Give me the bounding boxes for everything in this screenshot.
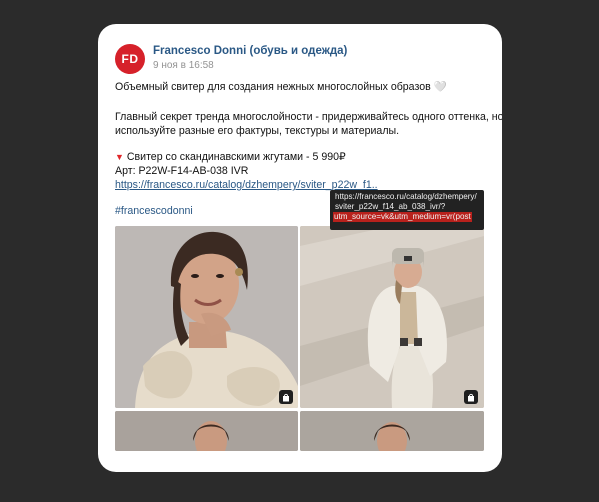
post-card: FD Francesco Donni (обувь и одежда) 9 но…: [98, 24, 502, 472]
photo-sweater-woman-art: [115, 226, 298, 408]
avatar[interactable]: FD: [115, 44, 145, 74]
author-name[interactable]: Francesco Donni (обувь и одежда): [153, 45, 347, 57]
photo-coat-woman[interactable]: [300, 226, 484, 408]
post-date[interactable]: 9 ноя в 16:58: [153, 60, 214, 71]
photo-coat-woman-art: [300, 226, 484, 408]
red-triangle-icon: ▼: [115, 152, 124, 162]
shopping-bag-icon-2[interactable]: [464, 390, 478, 404]
photo-woman-4-art: [300, 411, 484, 451]
heart-icon: 🤍: [433, 81, 447, 93]
article-line: Арт: P22W-F14-AB-038 IVR: [115, 165, 249, 177]
photo-woman-3[interactable]: [115, 411, 298, 451]
shopping-bag-icon[interactable]: [279, 390, 293, 404]
link-tooltip: https://francesco.ru/catalog/dzhempery/ …: [330, 190, 484, 230]
photo-sweater-woman[interactable]: [115, 226, 298, 408]
product-line: ▼ Свитер со скандинавскими жгутами - 5 9…: [115, 151, 346, 163]
post-text-line1: Объемный свитер для создания нежных мног…: [115, 81, 447, 93]
shopping-bag-icon-svg: [283, 393, 289, 401]
photo-woman-4[interactable]: [300, 411, 484, 451]
post-text-line3: используйте разные его фактуры, текстуры…: [115, 125, 400, 137]
hashtag-link[interactable]: #francescodonni: [115, 204, 193, 218]
post-text-line2: Главный секрет тренда многослойности - п…: [115, 111, 502, 123]
photo-woman-3-art: [115, 411, 298, 451]
shopping-bag-icon-2-svg: [468, 393, 474, 401]
